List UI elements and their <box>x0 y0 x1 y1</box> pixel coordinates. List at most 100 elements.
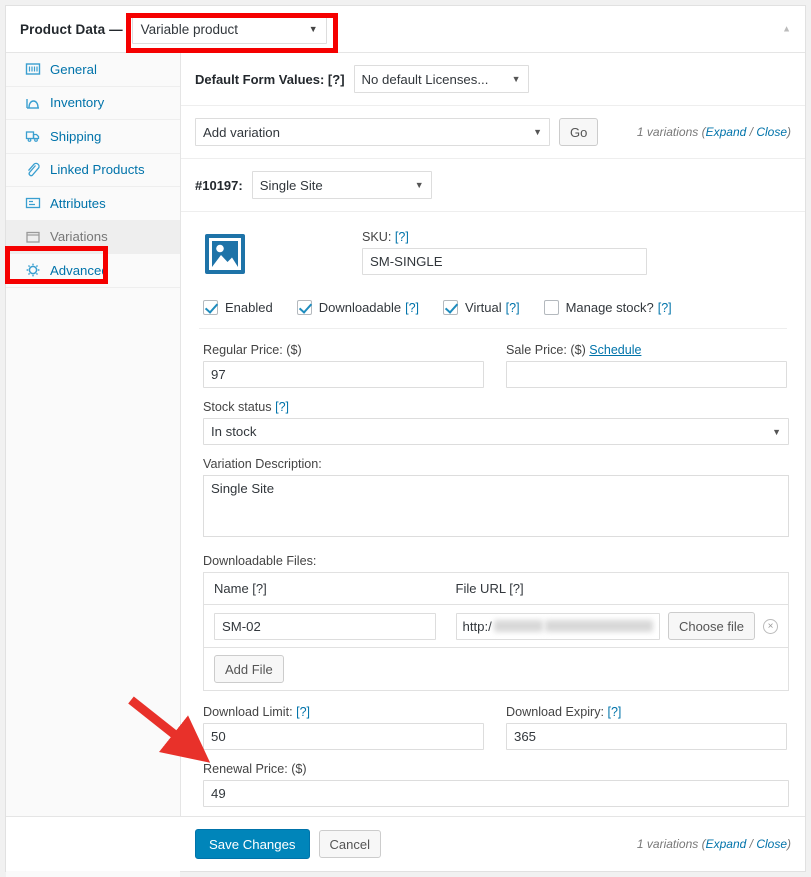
virtual-checkbox-item[interactable]: Virtual [?] <box>443 300 520 315</box>
sidebar-item-label: Shipping <box>50 129 101 144</box>
file-url-redaction-1 <box>494 620 543 632</box>
variations-count-text: 1 variations ( <box>637 837 706 851</box>
downloadable-files-label: Downloadable Files: <box>203 554 789 568</box>
expand-link[interactable]: Expand <box>706 125 747 139</box>
download-limit-input[interactable]: 50 <box>203 723 484 750</box>
default-form-values-select[interactable]: No default Licenses... ▼ <box>354 65 529 93</box>
downloadable-label: Downloadable <box>319 300 401 315</box>
variation-image-placeholder[interactable] <box>203 232 247 276</box>
screenshot-root: Product Data — Variable product ▼ ▲ Gene… <box>0 0 811 877</box>
close-link[interactable]: Close <box>756 125 787 139</box>
variation-attribute-select[interactable]: Single Site ▼ <box>252 171 432 199</box>
chevron-down-icon: ▼ <box>533 127 542 137</box>
general-icon <box>24 61 41 78</box>
variation-attribute-value: Single Site <box>260 178 323 193</box>
enabled-checkbox-item[interactable]: Enabled <box>203 300 273 315</box>
downloadable-checkbox-item[interactable]: Downloadable [?] <box>297 300 419 315</box>
default-form-values-label: Default Form Values: [?] <box>195 72 345 87</box>
variation-description-group: Variation Description: <box>203 445 789 542</box>
variations-count-end: ) <box>787 125 791 139</box>
virtual-checkbox[interactable] <box>443 300 458 315</box>
product-data-sidebar: General Inventory Shipping <box>6 53 181 816</box>
sidebar-item-advanced[interactable]: Advanced <box>6 254 180 288</box>
panel-title: Product Data — <box>20 22 123 37</box>
remove-file-icon[interactable]: × <box>763 619 778 634</box>
sale-price-input[interactable] <box>506 361 787 388</box>
download-expiry-help-icon[interactable]: [?] <box>608 705 622 719</box>
attributes-icon <box>24 195 41 212</box>
collapse-panel-icon[interactable]: ▲ <box>782 25 791 34</box>
add-file-cell: Add File <box>204 648 789 691</box>
variation-id: #10197: <box>195 178 243 193</box>
gear-icon <box>24 262 41 279</box>
save-changes-button[interactable]: Save Changes <box>195 829 310 859</box>
close-link[interactable]: Close <box>756 837 787 851</box>
add-variation-select[interactable]: Add variation ▼ <box>195 118 550 146</box>
chevron-down-icon: ▼ <box>512 74 521 84</box>
file-name-cell: SM-02 <box>204 605 446 648</box>
stock-status-label: Stock status [?] <box>203 400 789 414</box>
panel-footer: Save Changes Cancel 1 variations (Expand… <box>6 816 805 871</box>
schedule-link[interactable]: Schedule <box>589 343 641 357</box>
renewal-price-input[interactable]: 49 <box>203 780 789 807</box>
sidebar-item-general[interactable]: General <box>6 53 180 87</box>
file-name-input[interactable]: SM-02 <box>214 613 436 640</box>
manage-stock-label: Manage stock? <box>566 300 654 315</box>
sale-price-label-text: Sale Price: ($) <box>506 343 586 357</box>
downloadable-help-icon[interactable]: [?] <box>405 301 419 315</box>
chevron-down-icon: ▼ <box>309 24 318 34</box>
download-expiry-group: Download Expiry: [?] 365 <box>506 705 787 750</box>
link-separator: / <box>746 837 756 851</box>
manage-stock-checkbox[interactable] <box>544 300 559 315</box>
stock-status-help-icon[interactable]: [?] <box>275 400 289 414</box>
sidebar-item-variations[interactable]: Variations <box>6 221 180 255</box>
virtual-help-icon[interactable]: [?] <box>506 301 520 315</box>
manage-stock-help-icon[interactable]: [?] <box>658 301 672 315</box>
downloadable-checkbox[interactable] <box>297 300 312 315</box>
download-limit-group: Download Limit: [?] 50 <box>203 705 484 750</box>
choose-file-button[interactable]: Choose file <box>668 612 755 640</box>
variation-description-label: Variation Description: <box>203 457 789 471</box>
sku-input[interactable]: SM-SINGLE <box>362 248 647 275</box>
file-url-input[interactable]: http:/ <box>456 613 660 640</box>
sidebar-item-attributes[interactable]: Attributes <box>6 187 180 221</box>
table-row: SM-02 http:/ Choose file × <box>204 605 789 648</box>
download-expiry-input[interactable]: 365 <box>506 723 787 750</box>
variations-content: Default Form Values: [?] No default Lice… <box>181 53 805 816</box>
add-file-button[interactable]: Add File <box>214 655 284 683</box>
stock-status-value: In stock <box>211 424 256 439</box>
image-placeholder-icon <box>203 232 247 276</box>
add-variation-value: Add variation <box>203 125 280 140</box>
sidebar-item-shipping[interactable]: Shipping <box>6 120 180 154</box>
panel-header: Product Data — Variable product ▼ ▲ <box>6 6 805 53</box>
expand-link[interactable]: Expand <box>706 837 747 851</box>
enabled-checkbox[interactable] <box>203 300 218 315</box>
stock-status-select[interactable]: In stock ▼ <box>203 418 789 445</box>
download-expiry-label-text: Download Expiry: <box>506 705 604 719</box>
regular-price-input[interactable]: 97 <box>203 361 484 388</box>
sku-label-text: SKU: <box>362 230 391 244</box>
sidebar-item-label: Advanced <box>50 263 109 278</box>
file-url-redaction-2 <box>545 620 653 632</box>
variations-icon <box>24 228 41 245</box>
sku-help-icon[interactable]: [?] <box>395 230 409 244</box>
product-type-select[interactable]: Variable product ▼ <box>132 15 327 44</box>
cancel-button[interactable]: Cancel <box>319 830 381 858</box>
sidebar-item-label: Attributes <box>50 196 106 211</box>
download-limits-row: Download Limit: [?] 50 Download Expiry: … <box>199 691 787 750</box>
go-button[interactable]: Go <box>559 118 598 146</box>
stock-status-group: Stock status [?] In stock ▼ <box>203 388 789 445</box>
download-limit-help-icon[interactable]: [?] <box>296 705 310 719</box>
default-form-values-row: Default Form Values: [?] No default Lice… <box>181 53 805 106</box>
download-expiry-label: Download Expiry: [?] <box>506 705 787 719</box>
sale-price-group: Sale Price: ($) Schedule <box>506 343 787 388</box>
panel-body: General Inventory Shipping <box>6 53 805 816</box>
variation-description-textarea[interactable] <box>203 475 789 537</box>
sidebar-item-linked-products[interactable]: Linked Products <box>6 154 180 188</box>
sidebar-item-inventory[interactable]: Inventory <box>6 87 180 121</box>
link-icon <box>24 161 41 178</box>
sidebar-item-label: Variations <box>50 229 108 244</box>
table-header-row: Name [?] File URL [?] <box>204 573 789 605</box>
manage-stock-checkbox-item[interactable]: Manage stock? [?] <box>544 300 672 315</box>
col-name-header: Name [?] <box>204 573 446 605</box>
